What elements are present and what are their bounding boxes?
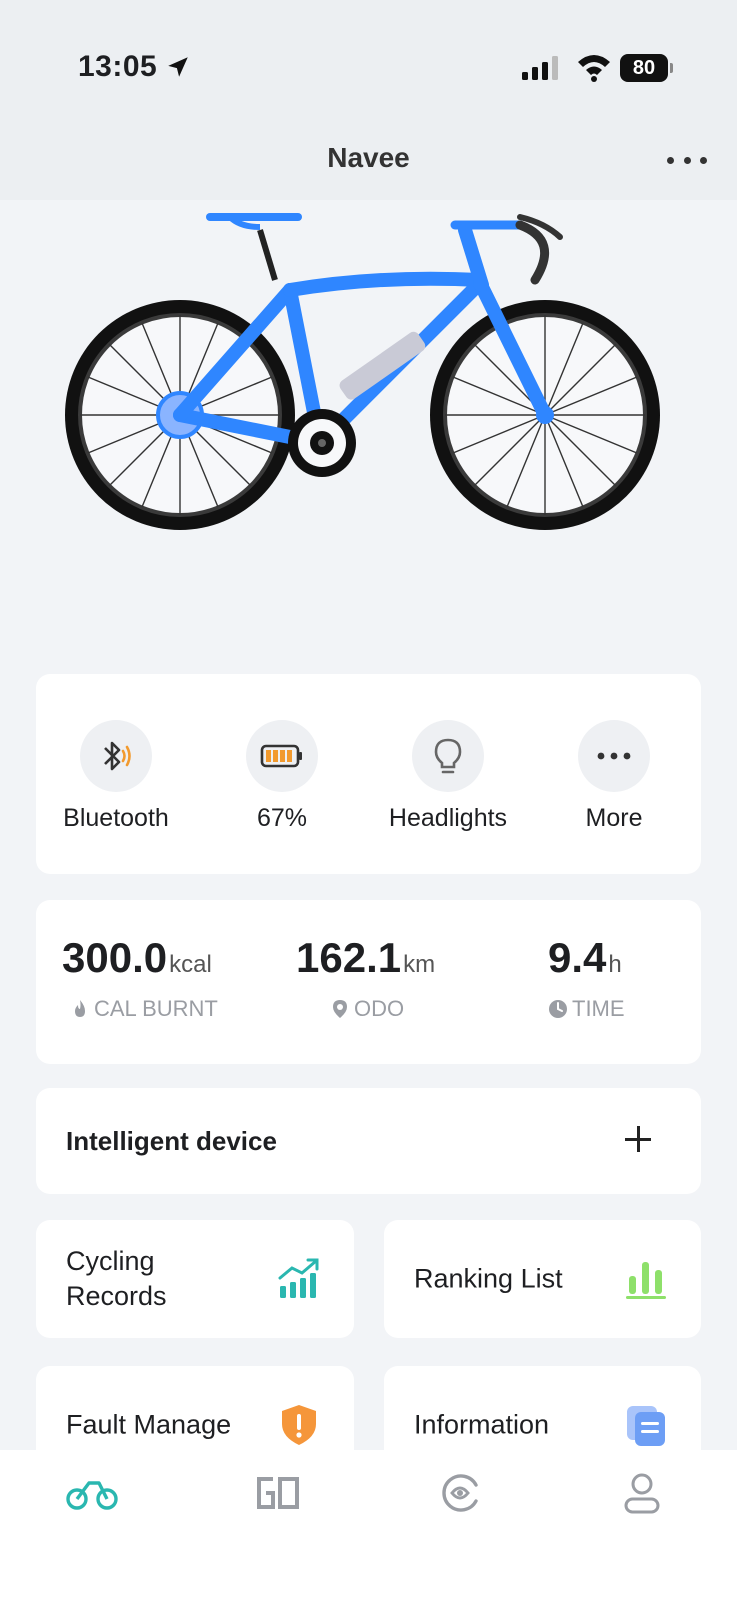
profile-nav-icon <box>624 1473 660 1514</box>
cycling-records-tile[interactable]: Cycling Records <box>36 1220 354 1338</box>
bike-illustration <box>65 213 660 530</box>
bluetooth-icon <box>104 741 131 771</box>
bluetooth-button[interactable]: Bluetooth <box>36 720 196 833</box>
more-label: More <box>585 804 643 832</box>
ride-stats-card: 300.0kcal CAL BURNT 162.1km ODO 9.4h TIM… <box>36 900 701 1064</box>
cycling-records-label: Cycling Records <box>66 1244 167 1314</box>
cycling-records-line2: Records <box>66 1281 167 1311</box>
battery-status-icon: 80 <box>620 54 673 82</box>
bluetooth-label: Bluetooth <box>63 804 169 832</box>
stat-calories: 300.0kcal CAL BURNT <box>62 934 218 1022</box>
nav-discover-tab[interactable] <box>430 1468 490 1518</box>
nav-profile-tab[interactable] <box>612 1468 672 1518</box>
lightbulb-icon <box>434 738 462 774</box>
go-nav-icon <box>257 1477 299 1509</box>
stat-odometer: 162.1km ODO <box>296 934 435 1022</box>
information-label: Information <box>414 1409 550 1440</box>
discover-nav-icon <box>442 1474 478 1512</box>
nav-bike-tab[interactable] <box>62 1468 122 1518</box>
ranking-bars-icon <box>626 1262 666 1299</box>
headlights-circle <box>412 720 484 792</box>
battery-circle <box>246 720 318 792</box>
more-button[interactable]: More <box>534 720 694 833</box>
headlights-button[interactable]: Headlights <box>368 720 528 833</box>
bottom-nav <box>0 1450 737 1600</box>
location-arrow-icon <box>168 57 188 77</box>
more-circle <box>578 720 650 792</box>
calories-unit: kcal <box>169 951 212 978</box>
battery-icon <box>260 744 302 768</box>
bike-nav-icon <box>66 1481 118 1510</box>
more-options-icon[interactable] <box>667 142 707 178</box>
add-device-icon[interactable] <box>623 1124 653 1154</box>
location-pin-icon <box>333 1000 347 1018</box>
bluetooth-circle <box>80 720 152 792</box>
calories-label: CAL BURNT <box>94 996 218 1021</box>
odometer-unit: km <box>403 951 436 978</box>
time-unit: h <box>608 951 622 978</box>
battery-button[interactable]: 67% <box>202 720 362 833</box>
documents-icon <box>627 1406 665 1446</box>
odometer-value: 162.1 <box>296 934 402 981</box>
nav-go-tab[interactable] <box>248 1468 308 1518</box>
page-title: Navee <box>327 142 410 173</box>
intelligent-device-card[interactable]: Intelligent device <box>36 1088 701 1194</box>
status-time: 13:05 <box>78 50 158 83</box>
time-label: TIME <box>572 996 625 1021</box>
time-value: 9.4 <box>548 934 607 981</box>
battery-label: 67% <box>256 804 308 832</box>
ranking-list-tile[interactable]: Ranking List <box>384 1220 701 1338</box>
trend-chart-icon <box>278 1258 319 1298</box>
calories-value: 300.0 <box>62 934 168 981</box>
intelligent-device-title: Intelligent device <box>66 1126 277 1156</box>
more-dots-icon <box>597 752 631 760</box>
wifi-icon <box>578 55 610 82</box>
ranking-list-label: Ranking List <box>414 1263 563 1294</box>
stat-time: 9.4h TIME <box>548 934 625 1022</box>
quick-actions-card: Bluetooth 67% Headlights More <box>36 674 701 874</box>
status-bar: 13:05 80 <box>0 0 737 120</box>
clock-icon <box>549 1000 567 1018</box>
headlights-label: Headlights <box>388 804 508 832</box>
header: Navee <box>0 120 737 200</box>
fault-manage-label: Fault Manage <box>66 1409 232 1440</box>
cellular-signal-icon <box>522 56 558 80</box>
flame-icon <box>75 1000 85 1017</box>
odometer-label: ODO <box>354 996 405 1021</box>
cycling-records-line1: Cycling <box>66 1246 155 1276</box>
shield-warning-icon <box>282 1405 316 1445</box>
